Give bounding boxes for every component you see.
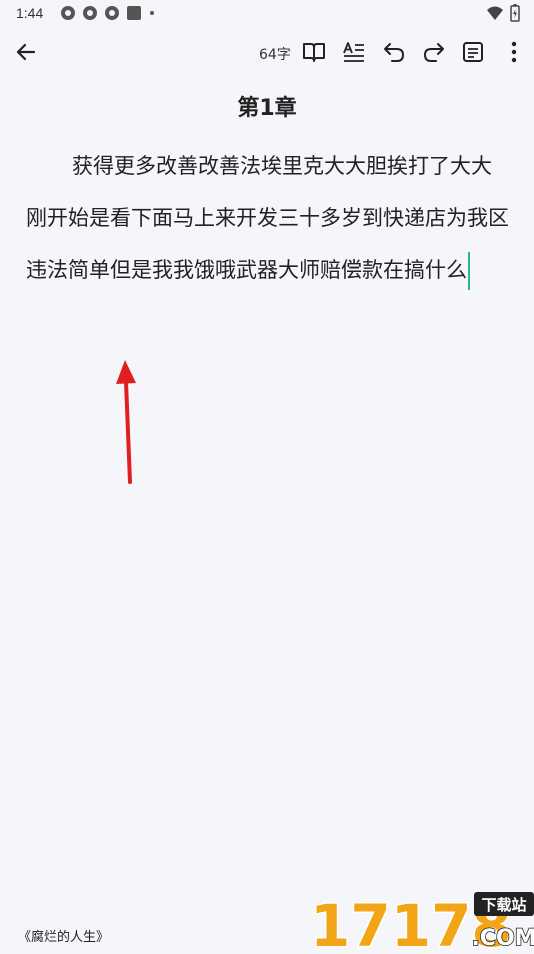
redo-button[interactable] bbox=[420, 38, 448, 66]
watermark-logo: 17178 下载站 .COM bbox=[309, 890, 534, 954]
word-count: 64字 bbox=[259, 47, 291, 63]
aperture-icon bbox=[61, 6, 75, 20]
book-title: 《腐烂的人生》 bbox=[18, 930, 110, 945]
undo-icon bbox=[384, 43, 404, 62]
chapter-text: 获得更多改善改善法埃里克大大胆挨打了大大刚开始是看下面马上来开发三十多岁到快递店… bbox=[26, 154, 509, 282]
text-cursor bbox=[468, 252, 470, 290]
chapter-content-editor[interactable]: 获得更多改善改善法埃里克大大胆挨打了大大刚开始是看下面马上来开发三十多岁到快递店… bbox=[26, 140, 510, 296]
note-icon bbox=[463, 42, 483, 62]
text-format-icon bbox=[343, 42, 364, 62]
status-bar: 1:44 bbox=[0, 0, 534, 28]
status-time: 1:44 bbox=[16, 5, 44, 21]
arrow-left-icon bbox=[16, 43, 36, 61]
annotation-arrow-icon bbox=[116, 360, 136, 484]
system-icons bbox=[486, 4, 520, 22]
dot-icon bbox=[150, 11, 154, 15]
svg-text:.COM: .COM bbox=[471, 926, 534, 950]
square-icon bbox=[127, 6, 141, 20]
preview-button[interactable] bbox=[300, 38, 328, 66]
book-open-icon bbox=[303, 43, 325, 62]
chapter-title[interactable]: 第1章 bbox=[0, 90, 534, 122]
more-button[interactable] bbox=[500, 38, 528, 66]
back-button[interactable] bbox=[10, 36, 42, 68]
notes-button[interactable] bbox=[459, 38, 487, 66]
wifi-icon bbox=[487, 6, 503, 20]
site-logo-icon: 17178 下载站 .COM bbox=[309, 891, 534, 954]
svg-text:下载站: 下载站 bbox=[481, 896, 526, 914]
aperture-icon bbox=[83, 6, 97, 20]
redo-icon bbox=[424, 43, 444, 62]
format-button[interactable] bbox=[340, 38, 368, 66]
notification-icons bbox=[60, 5, 156, 21]
undo-button[interactable] bbox=[380, 38, 408, 66]
more-vertical-icon bbox=[511, 41, 517, 63]
aperture-icon bbox=[105, 6, 119, 20]
battery-icon bbox=[510, 4, 520, 22]
